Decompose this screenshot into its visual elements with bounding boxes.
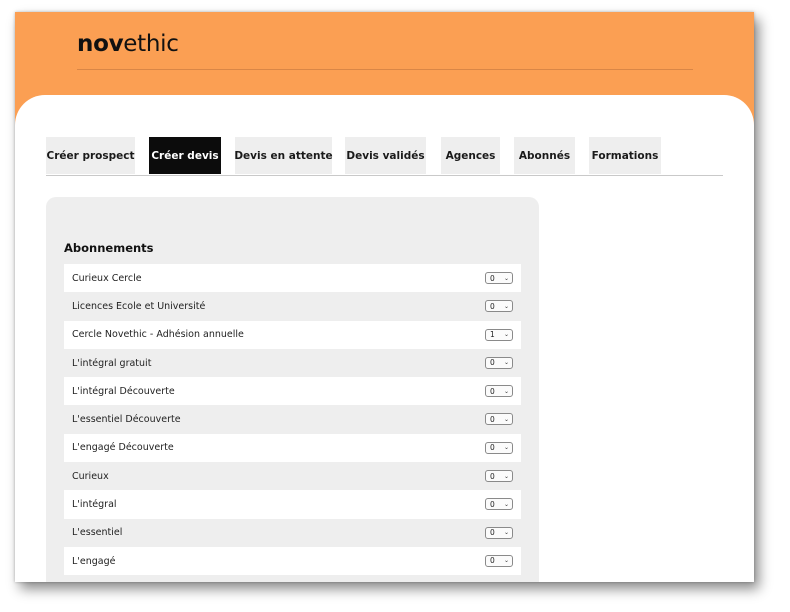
- browser-window: novethic Créer prospect Créer devis Devi…: [15, 12, 754, 582]
- quantity-select[interactable]: 0 ⌄: [485, 272, 513, 284]
- logo-rest-part: ethic: [123, 31, 179, 57]
- tab-agences[interactable]: Agences: [441, 137, 500, 174]
- tab-devis-valides[interactable]: Devis validés: [345, 137, 426, 174]
- chevron-down-icon: ⌄: [503, 274, 509, 282]
- quantity-value: 0: [490, 556, 495, 566]
- quantity-select[interactable]: 0 ⌄: [485, 356, 513, 369]
- main-content: Créer prospect Créer devis Devis en atte…: [15, 95, 754, 582]
- quantity-value: 0: [490, 443, 495, 453]
- quantity-select[interactable]: 0 ⌄: [485, 526, 513, 539]
- list-item: L'intégral gratuit 0 ⌄: [64, 349, 521, 377]
- quantity-value: 0: [490, 273, 495, 283]
- section-title: Abonnements: [64, 241, 154, 255]
- quantity-select[interactable]: 0 ⌄: [485, 441, 513, 454]
- list-item: L'intégral 0 ⌄: [64, 490, 521, 519]
- item-label: L'intégral: [72, 499, 117, 511]
- novethic-logo[interactable]: novethic: [77, 31, 179, 57]
- list-item: Curieux 0 ⌄: [64, 462, 521, 490]
- quantity-value: 0: [490, 386, 495, 396]
- item-label: L'intégral gratuit: [72, 357, 152, 369]
- item-label: Curieux: [72, 470, 109, 482]
- quantity-select[interactable]: 1 ⌄: [485, 328, 513, 341]
- list-item: Curieux Cercle 0 ⌄: [64, 264, 521, 293]
- header-divider: [77, 69, 693, 70]
- subscription-list: Curieux Cercle 0 ⌄ Licences Ecole et Univ…: [64, 264, 521, 576]
- chevron-down-icon: ⌄: [503, 415, 509, 423]
- list-item: L'essentiel Découverte 0 ⌄: [64, 405, 521, 433]
- list-item: Cercle Novethic - Adhésion annuelle 1 ⌄: [64, 320, 521, 349]
- tab-formations[interactable]: Formations: [589, 137, 661, 174]
- chevron-down-icon: ⌄: [503, 472, 509, 480]
- item-label: Cercle Novethic - Adhésion annuelle: [72, 329, 244, 341]
- item-label: L'essentiel Découverte: [72, 414, 181, 426]
- quantity-select[interactable]: 0 ⌄: [485, 498, 513, 511]
- quantity-value: 1: [490, 330, 495, 340]
- chevron-down-icon: ⌄: [503, 302, 509, 310]
- quantity-value: 0: [490, 358, 495, 368]
- quantity-value: 0: [490, 499, 495, 509]
- item-label: Licences Ecole et Université: [72, 300, 206, 312]
- quantity-select[interactable]: 0 ⌄: [485, 413, 513, 426]
- abonnements-panel: Abonnements Curieux Cercle 0 ⌄ Licences E…: [46, 197, 539, 582]
- tab-abonnes[interactable]: Abonnés: [514, 137, 575, 174]
- item-label: L'essentiel: [72, 527, 123, 539]
- quantity-select[interactable]: 0 ⌄: [485, 300, 513, 313]
- tab-creer-prospect[interactable]: Créer prospect: [46, 137, 135, 174]
- logo-bold-part: nov: [77, 31, 124, 57]
- list-item: L'engagé 0 ⌄: [64, 546, 521, 576]
- tab-bar: Créer prospect Créer devis Devis en atte…: [46, 137, 723, 176]
- quantity-value: 0: [490, 301, 495, 311]
- quantity-value: 0: [490, 528, 495, 538]
- chevron-down-icon: ⌄: [503, 557, 509, 565]
- quantity-value: 0: [490, 414, 495, 424]
- list-item: Licences Ecole et Université 0 ⌄: [64, 292, 521, 320]
- chevron-down-icon: ⌄: [503, 331, 509, 339]
- quantity-select[interactable]: 0 ⌄: [485, 470, 513, 483]
- chevron-down-icon: ⌄: [503, 500, 509, 508]
- quantity-value: 0: [490, 471, 495, 481]
- item-label: L'engagé: [72, 555, 116, 567]
- tab-devis-en-attente[interactable]: Devis en attente: [234, 137, 333, 174]
- quantity-select[interactable]: 0 ⌄: [485, 385, 513, 398]
- quantity-select[interactable]: 0 ⌄: [485, 554, 513, 567]
- chevron-down-icon: ⌄: [503, 359, 509, 367]
- list-item: L'essentiel 0 ⌄: [64, 519, 521, 547]
- chevron-down-icon: ⌄: [503, 444, 509, 452]
- item-label: Curieux Cercle: [72, 272, 142, 284]
- item-label: L'intégral Découverte: [72, 385, 175, 397]
- item-label: L'engagé Découverte: [72, 442, 174, 454]
- chevron-down-icon: ⌄: [503, 387, 509, 395]
- list-item: L'intégral Découverte 0 ⌄: [64, 377, 521, 406]
- list-item: L'engagé Découverte 0 ⌄: [64, 433, 521, 463]
- chevron-down-icon: ⌄: [503, 529, 509, 537]
- tab-creer-devis[interactable]: Créer devis: [149, 137, 221, 174]
